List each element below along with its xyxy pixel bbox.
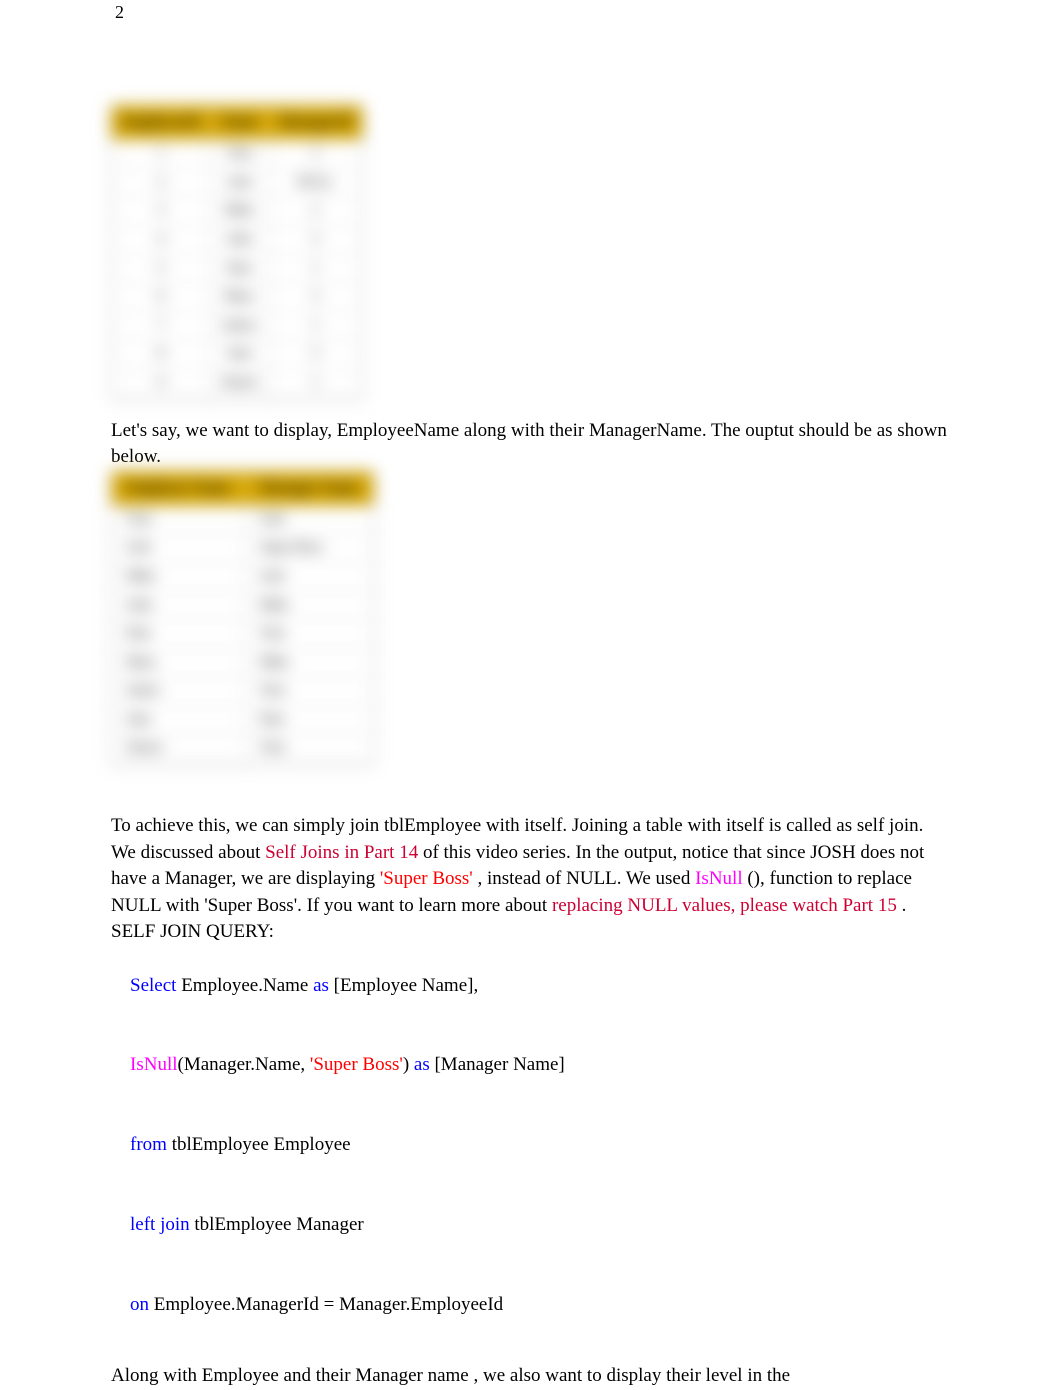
- kw-on: on: [130, 1294, 149, 1315]
- table-row: JamesTom: [112, 677, 374, 706]
- employee-table-wrapper: EmployeeId Name ManagerId 1Tom2 2JoshNUL…: [111, 105, 951, 397]
- code-text: Employee.Name: [176, 975, 313, 996]
- table-row: 5Pam1: [112, 254, 363, 283]
- query-title: SELF JOIN QUERY:: [111, 919, 951, 946]
- paragraph-intro: Let's say, we want to display, EmployeeN…: [111, 418, 951, 471]
- kw-as: as: [414, 1054, 430, 1075]
- text: To achieve this, we can simply join tblE…: [111, 815, 567, 836]
- sql-query: Select Employee.Name as [Employee Name],…: [111, 946, 951, 1345]
- text-superboss: 'Super Boss': [380, 868, 473, 889]
- col-empname: Employee Name: [112, 471, 246, 505]
- fn-isnull: IsNull: [130, 1054, 178, 1075]
- text: , we also want to display their level in…: [473, 1365, 790, 1386]
- kw-as: as: [313, 975, 329, 996]
- table-row: 6Mary3: [112, 283, 363, 312]
- table-row: JohnMike: [112, 591, 374, 620]
- page-number: 2: [115, 0, 951, 25]
- code-text: tblEmployee Employee: [167, 1134, 351, 1155]
- link-replacing-null[interactable]: replacing NULL values, please watch Part…: [552, 895, 897, 916]
- kw-select: Select: [130, 975, 176, 996]
- link-self-joins[interactable]: Self Joins in Part 14: [265, 842, 418, 863]
- text-josh: JOSH: [810, 842, 855, 863]
- table-row: MaryMike: [112, 648, 374, 677]
- kw-leftjoin: left join: [130, 1214, 190, 1235]
- code-text: ): [403, 1054, 414, 1075]
- table-row: PamTom: [112, 620, 374, 649]
- table-row: 8Sam5: [112, 340, 363, 369]
- paragraph-explanation: To achieve this, we can simply join tblE…: [111, 813, 951, 919]
- code-text: tblEmployee Manager: [190, 1214, 364, 1235]
- text-isnull: IsNull: [695, 868, 743, 889]
- text: .: [902, 895, 907, 916]
- table-row: 2JoshNULL: [112, 168, 363, 197]
- col-mgrname: Manager Name: [245, 471, 373, 505]
- employee-table: EmployeeId Name ManagerId 1Tom2 2JoshNUL…: [111, 105, 363, 397]
- col-employeeid: EmployeeId: [112, 106, 211, 140]
- table-row: 1Tom2: [112, 140, 363, 169]
- table-row: 7James1: [112, 311, 363, 340]
- paragraph-next: Along with Employee and their Manager na…: [111, 1363, 951, 1390]
- table-row: 3Mike2: [112, 197, 363, 226]
- col-name: Name: [210, 106, 269, 140]
- text: , instead of: [477, 868, 566, 889]
- table-row: MikeJosh: [112, 562, 374, 591]
- table-row: JoshSuper Boss: [112, 534, 374, 563]
- table-row: 4John3: [112, 225, 363, 254]
- col-managerid: ManagerId: [269, 106, 363, 140]
- code-text: Employee.ManagerId = Manager.EmployeeId: [149, 1294, 503, 1315]
- text: NULL. We used: [566, 868, 695, 889]
- table-row: SamPam: [112, 705, 374, 734]
- text: Along with Employee and their Manager na…: [111, 1365, 469, 1386]
- table-row: SimonTom: [112, 734, 374, 763]
- code-text: [Employee Name],: [329, 975, 478, 996]
- output-table-wrapper: Employee Name Manager Name TomJosh JoshS…: [111, 471, 951, 763]
- code-text: (Manager.Name,: [178, 1054, 310, 1075]
- str-superboss: 'Super Boss': [310, 1054, 403, 1075]
- kw-from: from: [130, 1134, 167, 1155]
- table-row: TomJosh: [112, 505, 374, 534]
- output-table: Employee Name Manager Name TomJosh JoshS…: [111, 471, 374, 763]
- code-text: [Manager Name]: [430, 1054, 565, 1075]
- text: Let's say, we want to display, EmployeeN…: [111, 420, 702, 441]
- text: of this video series. In the output, not…: [423, 842, 810, 863]
- table-row: 9Simon1: [112, 368, 363, 397]
